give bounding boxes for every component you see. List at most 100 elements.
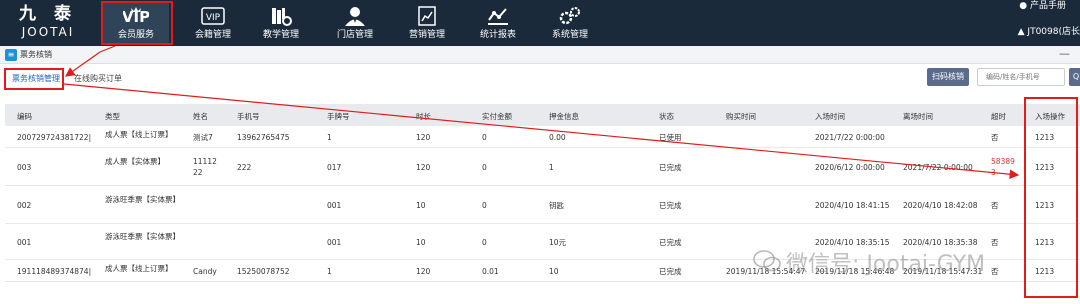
- cell-paid: 0: [482, 162, 487, 172]
- col-in-time: 入场时间: [815, 112, 845, 121]
- cell-name: 11112 22: [193, 157, 217, 177]
- cell-deposit: 0.00: [549, 132, 566, 142]
- col-name: 姓名: [193, 112, 208, 121]
- cell-code: 003: [17, 162, 32, 172]
- store-person-icon: [345, 7, 365, 26]
- logo-cn-text: 九 泰: [19, 4, 77, 24]
- nav-marketing[interactable]: 营销管理: [394, 3, 460, 43]
- jootai-logo[interactable]: 九 泰 JOOTAI: [8, 4, 88, 44]
- user-account-menu[interactable]: ▲ JT0098(店长: [1018, 24, 1080, 37]
- cell-phone: 222: [237, 162, 252, 172]
- cell-hand: 001: [327, 200, 342, 210]
- col-hand: 手牌号: [327, 112, 350, 121]
- table-row: 003 成人票【实体票】 11112 22 222 017 120 0 1 已完成 2020/6/…: [5, 148, 1080, 186]
- cell-deposit: 钥匙: [549, 200, 564, 210]
- cell-overtime: 否: [991, 266, 999, 276]
- col-overtime: 超时: [991, 112, 1006, 121]
- cell-overtime: 58389 3: [991, 157, 1015, 177]
- chart-doc-icon: [418, 6, 436, 26]
- cell-hand: 1: [327, 132, 332, 142]
- cell-phone: 13962765475: [237, 132, 290, 142]
- cell-status: 已完成: [659, 237, 682, 247]
- watermark-text: 微信号: Jootai-GYM: [786, 252, 986, 277]
- nav-teaching-label: 教学管理: [262, 30, 299, 40]
- ticket-icon: ≡: [5, 49, 17, 61]
- cell-name: Candy: [193, 266, 217, 276]
- product-manual-link[interactable]: ● 产品手册: [1019, 0, 1066, 11]
- col-buy-time: 购买时间: [726, 112, 756, 121]
- minimize-button[interactable]: —: [1059, 47, 1070, 60]
- col-deposit: 押金信息: [549, 112, 579, 121]
- cell-duration: 10: [416, 200, 426, 210]
- svg-text:VIP: VIP: [206, 13, 221, 23]
- cell-overtime: 否: [991, 237, 999, 247]
- col-paid: 实付金额: [482, 112, 512, 121]
- cell-deposit: 1: [549, 162, 554, 172]
- cell-paid: 0.01: [482, 266, 499, 276]
- nav-membership[interactable]: VIP 会籍管理: [180, 3, 246, 43]
- cell-code: 200729724381722|: [17, 132, 92, 142]
- cell-type: 游泳旺季票【实体票】: [105, 232, 180, 241]
- col-out-time: 离场时间: [903, 112, 933, 121]
- nav-system[interactable]: 系统管理: [537, 3, 603, 43]
- highlight-box-subtab: [4, 68, 64, 90]
- nav-teaching[interactable]: 教学管理: [248, 3, 314, 43]
- highlight-box-nav: [101, 1, 173, 45]
- cell-hand: 001: [327, 237, 342, 247]
- wechat-icon: [753, 250, 781, 272]
- highlight-box-entry-op: [1024, 97, 1078, 298]
- cell-status: 已完成: [659, 162, 682, 172]
- cell-hand: 017: [327, 162, 342, 172]
- cell-status: 已完成: [659, 266, 682, 276]
- nav-system-label: 系统管理: [551, 30, 588, 40]
- col-type: 类型: [105, 112, 120, 121]
- cell-in-time: 2020/4/10 18:41:15: [815, 200, 890, 210]
- help-icon: ●: [1019, 1, 1028, 11]
- cell-status: 已使用: [659, 132, 682, 142]
- table-row: 200729724381722| 成人票【线上订票】 测试7 13962765475 1…: [5, 126, 1080, 148]
- nav-store-label: 门店管理: [336, 30, 373, 40]
- nav-marketing-label: 营销管理: [408, 30, 445, 40]
- cell-paid: 0: [482, 237, 487, 247]
- cell-duration: 120: [416, 162, 431, 172]
- search-button[interactable]: Q: [1069, 68, 1080, 86]
- nav-statistics[interactable]: 统计报表: [465, 3, 531, 43]
- cell-code: 191118489374874|: [17, 266, 92, 276]
- cell-in-time: 2020/6/12 0:00:00: [815, 162, 885, 172]
- cell-duration: 120: [416, 132, 431, 142]
- user-icon: ▲: [1017, 27, 1025, 37]
- table-row: 002 游泳旺季票【实体票】 001 10 0 钥匙 已完成 2020/4/10 18:41:…: [5, 186, 1080, 224]
- product-manual-label: 产品手册: [1029, 1, 1066, 11]
- subtab-online-orders[interactable]: 在线购买订单: [74, 73, 122, 84]
- nav-membership-label: 会籍管理: [194, 30, 231, 40]
- logo-en-text: JOOTAI: [21, 25, 75, 39]
- tab-ticket-verify[interactable]: 票务核销: [20, 49, 52, 60]
- cell-out-time: 2020/4/10 18:42:08: [903, 200, 978, 210]
- col-status: 状态: [659, 112, 674, 121]
- col-code: 编码: [17, 112, 32, 121]
- cell-duration: 120: [416, 266, 431, 276]
- col-phone: 手机号: [237, 112, 260, 121]
- cell-deposit: 10: [549, 266, 559, 276]
- cell-paid: 0: [482, 200, 487, 210]
- cell-out-time: 2021/7/22 0:00:00: [903, 162, 973, 172]
- cell-in-time: 2021/7/22 0:00:00: [815, 132, 885, 142]
- cell-phone: 15250078752: [237, 266, 290, 276]
- books-gear-icon: [272, 8, 292, 26]
- gears-icon: [559, 7, 580, 25]
- nav-store[interactable]: 门店管理: [322, 3, 388, 43]
- cell-code: 002: [17, 200, 32, 210]
- stats-icon: [488, 8, 508, 25]
- cell-name: 测试7: [193, 132, 213, 142]
- top-right-menu: ● 产品手册 ▲ JT0098(店长: [980, 0, 1080, 46]
- cell-type: 成人票【线上订票】: [105, 130, 173, 139]
- scan-verify-button[interactable]: 扫码核销: [927, 68, 969, 86]
- nav-statistics-label: 统计报表: [479, 30, 516, 40]
- cell-status: 已完成: [659, 200, 682, 210]
- sub-tabs: 票务核销管理 在线购买订单: [0, 64, 1080, 94]
- cell-code: 001: [17, 237, 32, 247]
- search-input[interactable]: [977, 68, 1065, 86]
- cell-type: 游泳旺季票【实体票】: [105, 195, 180, 204]
- cell-type: 成人票【实体票】: [105, 157, 165, 166]
- table-header: 编码 类型 姓名 手机号 手牌号 时长 实付金额 押金信息 状态 购买时间 入场…: [5, 104, 1080, 126]
